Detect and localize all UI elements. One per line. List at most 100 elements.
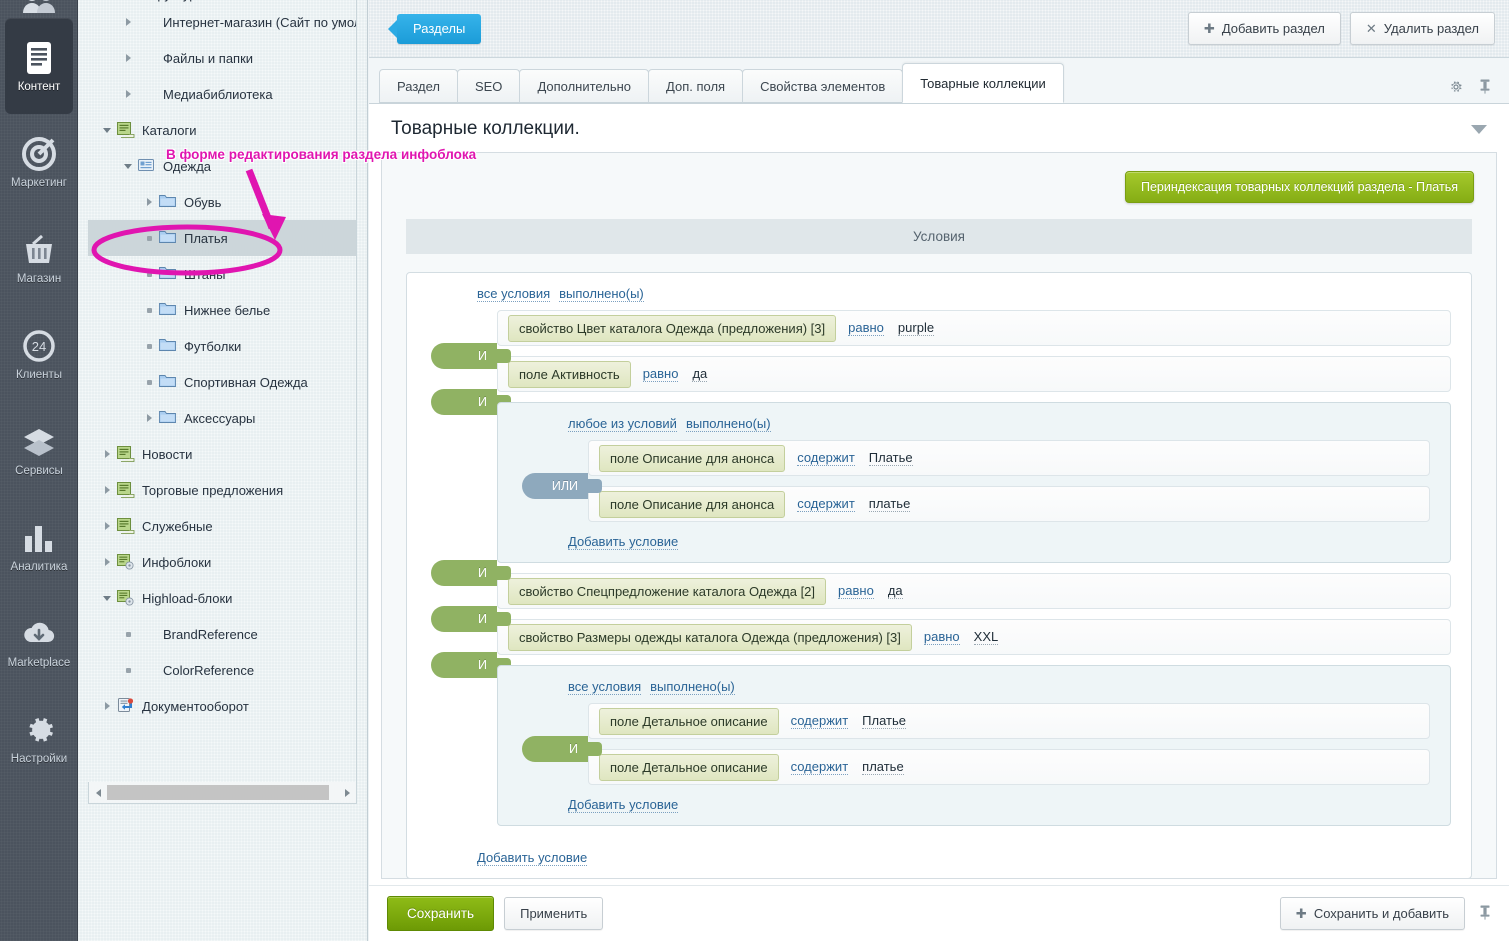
tab-seo[interactable]: SEO <box>457 69 520 103</box>
condition-value[interactable]: purple <box>898 320 934 336</box>
tree-item-15[interactable]: Служебные <box>88 508 356 544</box>
and-operator-badge[interactable]: И <box>431 652 497 678</box>
condition-field-chip[interactable]: свойство Цвет каталога Одежда (предложен… <box>508 315 836 342</box>
condition-operator[interactable]: содержит <box>791 759 849 775</box>
tab-свойства-элементов[interactable]: Свойства элементов <box>742 69 903 103</box>
nav-item-настройки[interactable]: Настройки <box>0 690 78 786</box>
chevron-down-icon[interactable] <box>121 159 135 173</box>
condition-field-chip[interactable]: поле Описание для анонса <box>599 491 785 518</box>
group-logic-selector[interactable]: все условия <box>568 679 641 695</box>
site-tree[interactable]: Структура сайтаИнтернет-магазин (Сайт по… <box>88 0 357 788</box>
condition-value[interactable]: да <box>692 366 707 382</box>
tab-раздел[interactable]: Раздел <box>379 69 458 103</box>
add-section-button[interactable]: ✚ Добавить раздел <box>1188 12 1341 45</box>
add-condition-link[interactable]: Добавить условие <box>568 797 678 813</box>
tree-item-11[interactable]: Спортивная Одежда <box>88 364 356 400</box>
tab-товарные-коллекции[interactable]: Товарные коллекции <box>902 63 1064 103</box>
chevron-down-icon[interactable] <box>1471 125 1487 134</box>
chevron-right-icon[interactable] <box>100 555 114 569</box>
tree-item-5[interactable]: Одежда <box>88 148 356 184</box>
tab-доп-поля[interactable]: Доп. поля <box>648 69 743 103</box>
condition-operator[interactable]: содержит <box>797 496 855 512</box>
reindex-collections-button[interactable]: Периндексация товарных коллекций раздела… <box>1125 171 1474 203</box>
chevron-down-icon[interactable] <box>100 123 114 137</box>
tree-item-7[interactable]: Платья <box>88 220 356 256</box>
condition-value[interactable]: платье <box>862 759 904 775</box>
tree-item-3[interactable]: Медиабиблиотека <box>88 76 356 112</box>
chevron-down-icon[interactable] <box>100 0 114 1</box>
tree-item-4[interactable]: Каталоги <box>88 112 356 148</box>
save-and-add-button[interactable]: ✚ Сохранить и добавить <box>1280 897 1465 930</box>
chevron-right-icon[interactable] <box>100 483 114 497</box>
tree-horizontal-scrollbar[interactable] <box>88 782 357 804</box>
condition-field-chip[interactable]: поле Детальное описание <box>599 708 779 735</box>
delete-section-button[interactable]: ✕ Удалить раздел <box>1350 12 1495 45</box>
condition-operator[interactable]: равно <box>838 583 874 599</box>
condition-operator[interactable]: равно <box>643 366 679 382</box>
add-condition-link[interactable]: Добавить условие <box>568 534 678 550</box>
add-condition-link[interactable]: Добавить условие <box>477 850 587 866</box>
condition-field-chip[interactable]: свойство Спецпредложение каталога Одежда… <box>508 578 826 605</box>
chevron-down-icon[interactable] <box>100 591 114 605</box>
condition-value[interactable]: платье <box>869 496 911 512</box>
condition-operator[interactable]: содержит <box>797 450 855 466</box>
tree-item-2[interactable]: Файлы и папки <box>88 40 356 76</box>
tree-item-18[interactable]: BrandReference <box>88 616 356 652</box>
tree-item-10[interactable]: Футболки <box>88 328 356 364</box>
chevron-right-icon[interactable] <box>100 447 114 461</box>
save-button[interactable]: Сохранить <box>387 896 494 931</box>
scrollbar-thumb[interactable] <box>107 785 329 800</box>
chevron-right-icon[interactable] <box>142 195 156 209</box>
nav-item-магазин[interactable]: Магазин <box>0 210 78 306</box>
condition-operator[interactable]: равно <box>848 320 884 336</box>
tree-item-8[interactable]: Штаны <box>88 256 356 292</box>
group-result-selector[interactable]: выполнено(ы) <box>559 286 644 302</box>
group-result-selector[interactable]: выполнено(ы) <box>650 679 735 695</box>
scroll-right-arrow-icon[interactable] <box>338 783 356 803</box>
tree-item-14[interactable]: Торговые предложения <box>88 472 356 508</box>
condition-field-chip[interactable]: поле Описание для анонса <box>599 445 785 472</box>
tree-item-1[interactable]: Интернет-магазин (Сайт по умолчан <box>88 4 356 40</box>
and-operator-badge[interactable]: И <box>431 343 497 369</box>
group-logic-selector[interactable]: любое из условий <box>568 416 677 432</box>
chevron-right-icon[interactable] <box>100 699 114 713</box>
sections-tag-button[interactable]: Разделы <box>397 14 481 44</box>
condition-value[interactable]: Платье <box>869 450 913 466</box>
and-operator-badge[interactable]: И <box>431 560 497 586</box>
tree-item-16[interactable]: Инфоблоки <box>88 544 356 580</box>
nav-item-отдел[interactable]: Отдел <box>0 0 78 18</box>
pin-icon[interactable] <box>1479 905 1491 923</box>
apply-button[interactable]: Применить <box>504 897 603 930</box>
chevron-right-icon[interactable] <box>142 411 156 425</box>
and-operator-badge[interactable]: И <box>431 606 497 632</box>
or-operator-badge[interactable]: ИЛИ <box>522 473 588 499</box>
scroll-left-arrow-icon[interactable] <box>89 783 107 803</box>
nav-item-marketplace[interactable]: Marketplace <box>0 594 78 690</box>
condition-value[interactable]: да <box>888 583 903 599</box>
group-logic-selector[interactable]: все условия <box>477 286 550 302</box>
scrollbar-track[interactable] <box>107 783 338 803</box>
tree-item-20[interactable]: Документооборот <box>88 688 356 724</box>
condition-field-chip[interactable]: поле Детальное описание <box>599 754 779 781</box>
nav-item-сервисы[interactable]: Сервисы <box>0 402 78 498</box>
chevron-right-icon[interactable] <box>121 51 135 65</box>
and-operator-badge[interactable]: И <box>431 389 497 415</box>
tree-item-17[interactable]: Highload-блоки <box>88 580 356 616</box>
gear-icon[interactable] <box>1449 80 1463 94</box>
condition-field-chip[interactable]: свойство Размеры одежды каталога Одежда … <box>508 624 912 651</box>
tree-item-19[interactable]: ColorReference <box>88 652 356 688</box>
nav-item-маркетинг[interactable]: Маркетинг <box>0 114 78 210</box>
condition-value[interactable]: Платье <box>862 713 906 729</box>
condition-operator[interactable]: содержит <box>791 713 849 729</box>
tab-дополнительно[interactable]: Дополнительно <box>519 69 649 103</box>
chevron-right-icon[interactable] <box>121 15 135 29</box>
nav-item-аналитика[interactable]: Аналитика <box>0 498 78 594</box>
tree-item-13[interactable]: Новости <box>88 436 356 472</box>
nav-item-клиенты[interactable]: 24Клиенты <box>0 306 78 402</box>
chevron-right-icon[interactable] <box>100 519 114 533</box>
tree-item-9[interactable]: Нижнее белье <box>88 292 356 328</box>
tree-item-6[interactable]: Обувь <box>88 184 356 220</box>
nav-item-контент[interactable]: Контент <box>5 18 73 114</box>
condition-field-chip[interactable]: поле Активность <box>508 361 631 388</box>
tree-item-12[interactable]: Аксессуары <box>88 400 356 436</box>
